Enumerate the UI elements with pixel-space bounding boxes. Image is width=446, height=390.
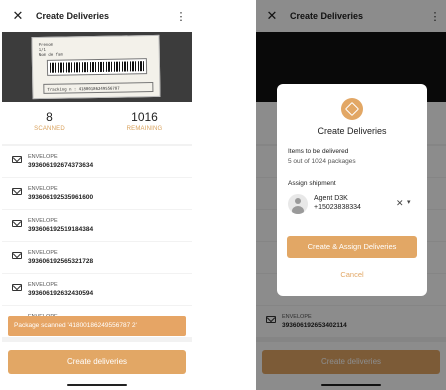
agent-name: Agent D3K <box>314 195 348 202</box>
create-deliveries-button[interactable]: Create deliveries <box>8 350 186 374</box>
list-item[interactable]: ENVELOPE 393606192632430594 <box>2 274 192 305</box>
bottom-bar: Create deliveries <box>2 342 192 390</box>
remaining-label: REMAINING <box>126 126 163 132</box>
item-type: ENVELOPE <box>28 154 58 160</box>
home-indicator[interactable] <box>67 384 127 386</box>
create-deliveries-dialog: Create Deliveries Items to be delivered … <box>277 84 427 296</box>
envelope-icon <box>12 188 22 195</box>
item-type: ENVELOPE <box>28 218 58 224</box>
item-type: ENVELOPE <box>28 250 58 256</box>
agent-select[interactable]: Agent D3K +15023838334 ✕ ▾ <box>288 192 416 216</box>
kebab-menu-icon[interactable]: ⋮ <box>174 10 188 23</box>
app-bar: ✕ Create Deliveries ⋮ <box>2 0 192 32</box>
dialog-title: Create Deliveries <box>317 126 387 136</box>
scanned-count: 8 <box>46 110 53 124</box>
avatar <box>288 194 308 214</box>
envelope-icon <box>12 284 22 291</box>
page: ✕ Create Deliveries ⋮ Prenom 1/1 Nom de … <box>0 0 446 390</box>
tracking-number: Tracking n : 41800186249556787 <box>43 82 154 94</box>
package-list[interactable]: ENVELOPE 393606192674373634 ENVELOPE 393… <box>2 146 192 338</box>
create-assign-button[interactable]: Create & Assign Deliveries <box>287 236 417 258</box>
envelope-icon <box>12 220 22 227</box>
scan-screen: ✕ Create Deliveries ⋮ Prenom 1/1 Nom de … <box>2 0 192 390</box>
clear-icon[interactable]: ✕ <box>396 198 404 209</box>
envelope-icon <box>12 252 22 259</box>
scan-snackbar: Package scanned '41800186249556787 2' <box>8 316 186 336</box>
scan-stats: 8 SCANNED 1016 REMAINING <box>2 102 192 144</box>
list-item[interactable]: ENVELOPE 393606192674373634 <box>2 146 192 177</box>
remaining-stat: 1016 REMAINING <box>97 110 192 132</box>
list-item[interactable]: ENVELOPE 393606192535961600 <box>2 178 192 209</box>
barcode <box>46 58 148 76</box>
label-line: Nom de fam <box>38 51 63 57</box>
item-type: ENVELOPE <box>28 282 58 288</box>
items-count-text: 5 out of 1024 packages <box>288 158 356 165</box>
page-title: Create Deliveries <box>36 11 110 21</box>
list-item[interactable]: ENVELOPE 393606192519184384 <box>2 210 192 241</box>
cancel-button[interactable]: Cancel <box>277 270 427 279</box>
close-icon[interactable]: ✕ <box>6 8 30 24</box>
scanned-stat: 8 SCANNED <box>2 110 97 132</box>
item-number: 393606192632430594 <box>28 290 94 297</box>
item-number: 393606192535961600 <box>28 194 94 201</box>
confirm-screen: ✕ Create Deliveries ⋮ ENVELOPE 393606192… <box>256 0 446 390</box>
items-heading: Items to be delivered <box>288 148 349 155</box>
item-number: 393606192674373634 <box>28 162 94 169</box>
remaining-count: 1016 <box>131 110 158 124</box>
package-label: Prenom 1/1 Nom de fam Tracking n : 41800… <box>31 34 161 100</box>
assign-heading: Assign shipment <box>288 180 336 187</box>
item-type: ENVELOPE <box>28 186 58 192</box>
agent-phone: +15023838334 <box>314 204 361 211</box>
camera-preview: Prenom 1/1 Nom de fam Tracking n : 41800… <box>2 32 192 102</box>
item-number: 393606192519184384 <box>28 226 94 233</box>
list-item[interactable]: ENVELOPE 393606192565321728 <box>2 242 192 273</box>
item-number: 393606192565321728 <box>28 258 94 265</box>
chevron-down-icon[interactable]: ▾ <box>407 198 411 206</box>
envelope-icon <box>12 156 22 163</box>
package-icon <box>341 98 363 120</box>
scanned-label: SCANNED <box>34 126 65 132</box>
